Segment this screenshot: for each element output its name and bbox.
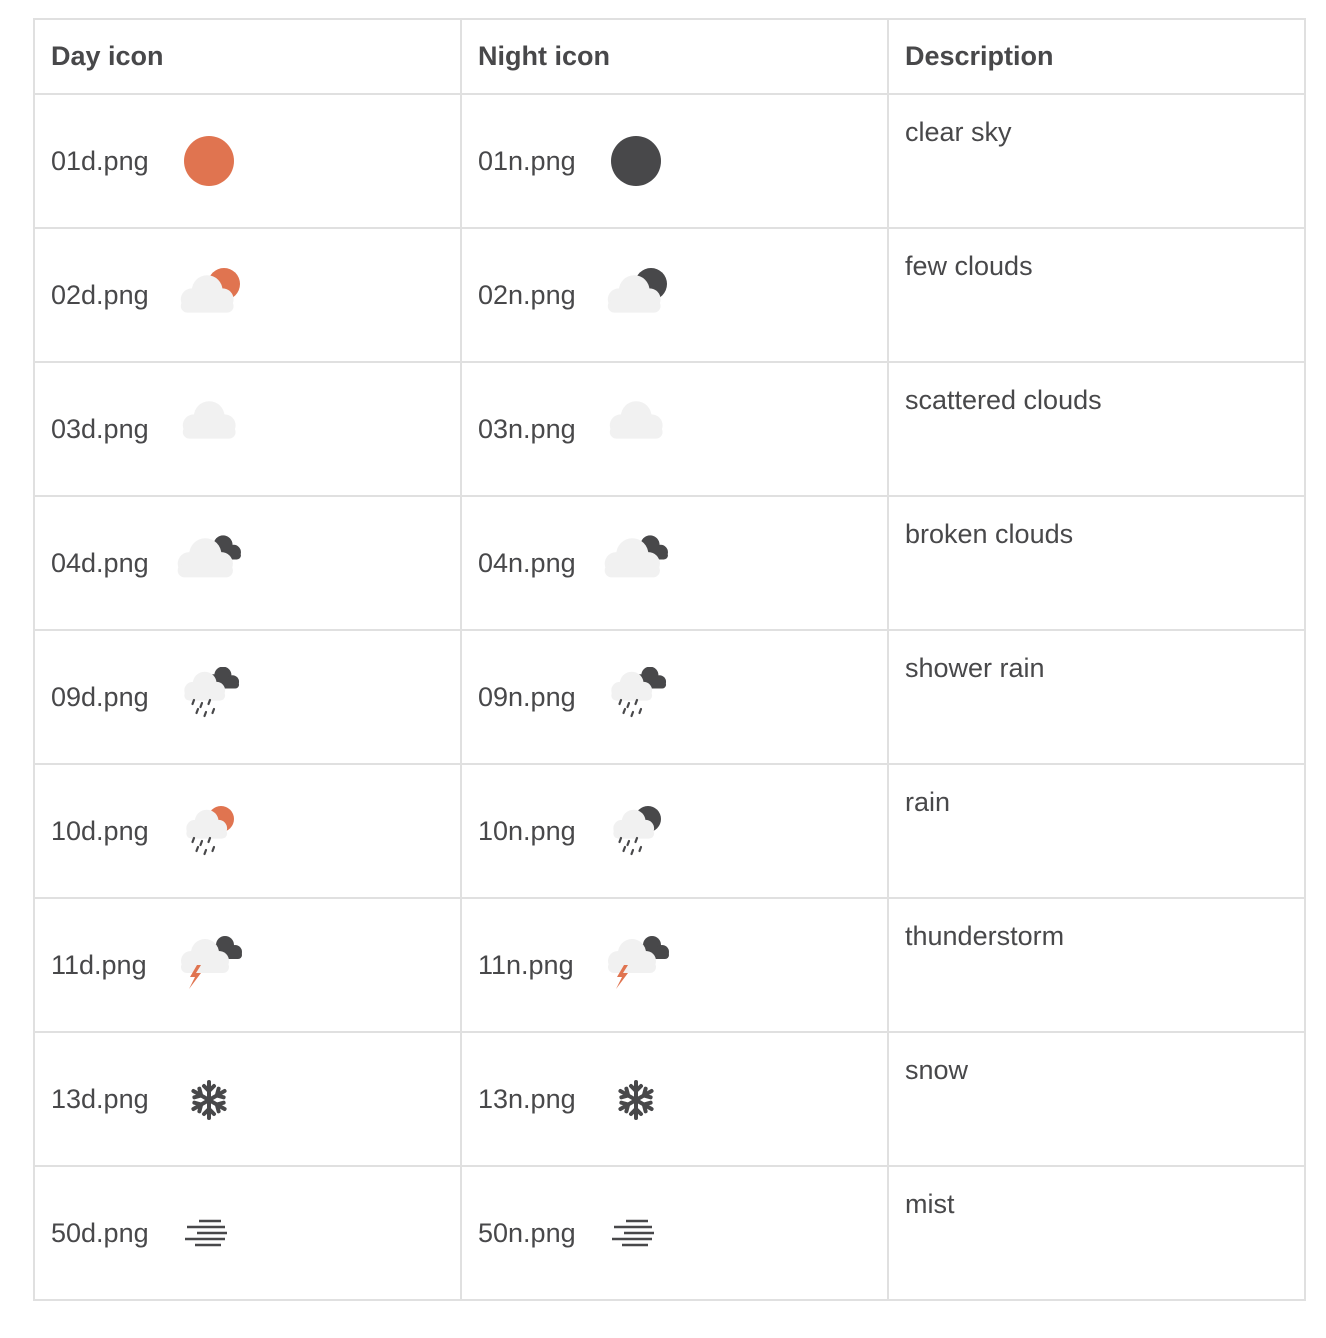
- description-cell: rain: [887, 763, 1306, 899]
- thunderstorm-icon: [596, 935, 676, 995]
- day-icon-cell: 09d.png: [33, 629, 462, 765]
- weather-icons-table: Day icon Night icon Description 01d.png 0…: [33, 18, 1306, 1301]
- day-file-name: 09d.png: [51, 681, 149, 712]
- mist-icon: [596, 1203, 676, 1263]
- rain-night-icon: [596, 801, 676, 861]
- table-row: 10d.png 10n.png rain: [33, 763, 1306, 899]
- table-row: 09d.png 09n.png shower rain: [33, 629, 1306, 765]
- table-header-row: Day icon Night icon Description: [33, 18, 1306, 95]
- clear-sky-night-icon: [596, 131, 676, 191]
- table-row: 50d.png 50n.png mist: [33, 1165, 1306, 1301]
- day-file-name: 11d.png: [51, 949, 147, 980]
- night-icon-cell: 01n.png: [460, 93, 889, 229]
- few-clouds-day-icon: [169, 265, 249, 325]
- header-description: Description: [887, 18, 1306, 95]
- description-cell: thunderstorm: [887, 897, 1306, 1033]
- day-icon-cell: 01d.png: [33, 93, 462, 229]
- shower-rain-icon: [596, 667, 676, 727]
- day-file-name: 10d.png: [51, 815, 149, 846]
- day-icon-cell: 13d.png: [33, 1031, 462, 1167]
- description-cell: mist: [887, 1165, 1306, 1301]
- night-file-name: 13n.png: [478, 1083, 576, 1114]
- table-row: 02d.png 02n.png few clouds: [33, 227, 1306, 363]
- night-icon-cell: 13n.png: [460, 1031, 889, 1167]
- table-row: 01d.png 01n.png clear sky: [33, 93, 1306, 229]
- night-file-name: 02n.png: [478, 279, 576, 310]
- clear-sky-day-icon: [169, 131, 249, 191]
- broken-clouds-icon: [596, 533, 676, 593]
- table-row: 11d.png 11n.png thunderstorm: [33, 897, 1306, 1033]
- day-icon-cell: 02d.png: [33, 227, 462, 363]
- day-icon-cell: 50d.png: [33, 1165, 462, 1301]
- night-icon-cell: 11n.png: [460, 897, 889, 1033]
- broken-clouds-icon: [169, 533, 249, 593]
- night-icon-cell: 02n.png: [460, 227, 889, 363]
- day-icon-cell: 03d.png: [33, 361, 462, 497]
- scattered-clouds-icon: [596, 399, 676, 459]
- description-cell: shower rain: [887, 629, 1306, 765]
- few-clouds-night-icon: [596, 265, 676, 325]
- day-icon-cell: 04d.png: [33, 495, 462, 631]
- mist-icon: [169, 1203, 249, 1263]
- day-icon-cell: 11d.png: [33, 897, 462, 1033]
- day-file-name: 02d.png: [51, 279, 149, 310]
- snow-icon: [596, 1069, 676, 1129]
- description-cell: scattered clouds: [887, 361, 1306, 497]
- rain-day-icon: [169, 801, 249, 861]
- night-file-name: 11n.png: [478, 949, 574, 980]
- night-icon-cell: 10n.png: [460, 763, 889, 899]
- day-file-name: 50d.png: [51, 1217, 149, 1248]
- scattered-clouds-icon: [169, 399, 249, 459]
- night-file-name: 10n.png: [478, 815, 576, 846]
- night-file-name: 50n.png: [478, 1217, 576, 1248]
- table-row: 13d.png 13n.png snow: [33, 1031, 1306, 1167]
- day-file-name: 04d.png: [51, 547, 149, 578]
- day-icon-cell: 10d.png: [33, 763, 462, 899]
- night-file-name: 01n.png: [478, 145, 576, 176]
- night-file-name: 04n.png: [478, 547, 576, 578]
- description-cell: snow: [887, 1031, 1306, 1167]
- day-file-name: 13d.png: [51, 1083, 149, 1114]
- night-icon-cell: 04n.png: [460, 495, 889, 631]
- description-cell: broken clouds: [887, 495, 1306, 631]
- night-icon-cell: 03n.png: [460, 361, 889, 497]
- table-row: 04d.png 04n.png broken clouds: [33, 495, 1306, 631]
- description-cell: few clouds: [887, 227, 1306, 363]
- snow-icon: [169, 1069, 249, 1129]
- table-row: 03d.png 03n.png scattered clouds: [33, 361, 1306, 497]
- header-day-icon: Day icon: [33, 18, 462, 95]
- day-file-name: 01d.png: [51, 145, 149, 176]
- night-icon-cell: 50n.png: [460, 1165, 889, 1301]
- thunderstorm-icon: [169, 935, 249, 995]
- header-night-icon: Night icon: [460, 18, 889, 95]
- night-file-name: 09n.png: [478, 681, 576, 712]
- shower-rain-icon: [169, 667, 249, 727]
- table-body: 01d.png 01n.png clear sky 02d.png 02n.png f…: [33, 93, 1306, 1301]
- night-icon-cell: 09n.png: [460, 629, 889, 765]
- night-file-name: 03n.png: [478, 413, 576, 444]
- day-file-name: 03d.png: [51, 413, 149, 444]
- description-cell: clear sky: [887, 93, 1306, 229]
